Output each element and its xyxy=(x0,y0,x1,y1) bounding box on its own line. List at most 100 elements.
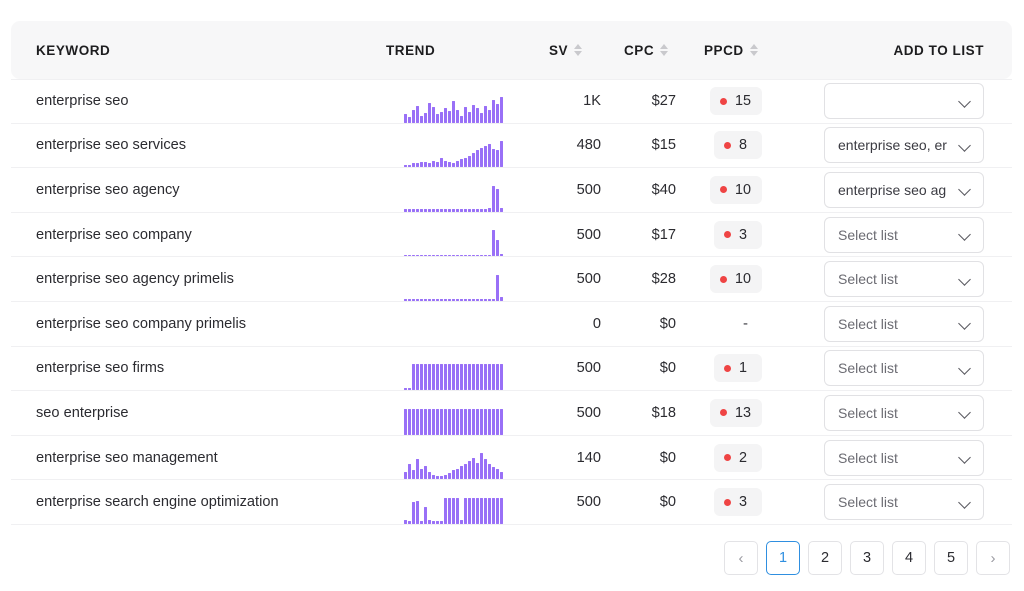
keyword-cell[interactable]: enterprise seo management xyxy=(11,436,386,480)
cpc-value: $0 xyxy=(660,316,694,332)
add-to-list-select[interactable]: Select list xyxy=(824,350,984,386)
search-volume-value: 500 xyxy=(577,227,614,243)
add-to-list-select[interactable] xyxy=(824,83,984,119)
add-to-list-cell: enterprise seo ag xyxy=(784,168,1012,212)
pagination-page-3[interactable]: 3 xyxy=(850,541,884,575)
sparkline-bar xyxy=(424,113,427,122)
ppcd-cell: 13 xyxy=(694,391,784,435)
sort-icon[interactable] xyxy=(574,44,582,56)
sparkline-bar xyxy=(452,299,455,301)
sparkline-bar xyxy=(472,299,475,301)
sparkline-chart xyxy=(404,498,503,524)
column-header-keyword: KEYWORD xyxy=(11,43,386,58)
status-dot-icon xyxy=(724,142,731,149)
keyword-cell[interactable]: enterprise seo firms xyxy=(11,347,386,391)
pagination-page-1[interactable]: 1 xyxy=(766,541,800,575)
trend-sparkline-cell xyxy=(386,124,536,168)
sparkline-bar xyxy=(448,364,451,390)
sparkline-bar xyxy=(468,255,471,257)
trend-sparkline-cell xyxy=(386,480,536,524)
cpc-cell: $18 xyxy=(614,391,694,435)
search-volume-value: 1K xyxy=(583,93,614,109)
sparkline-bar xyxy=(476,409,479,435)
ppcd-cell: 10 xyxy=(694,168,784,212)
trend-sparkline-cell xyxy=(386,347,536,391)
sparkline-bar xyxy=(496,409,499,435)
add-to-list-cell: Select list xyxy=(784,302,1012,346)
sparkline-bar xyxy=(480,409,483,435)
sparkline-bar xyxy=(440,409,443,435)
sparkline-bar xyxy=(492,409,495,435)
keyword-cell[interactable]: enterprise seo agency primelis xyxy=(11,257,386,301)
ppcd-value: 1 xyxy=(739,360,747,376)
keyword-cell[interactable]: enterprise seo company primelis xyxy=(11,302,386,346)
sparkline-bar xyxy=(428,364,431,390)
sparkline-bar xyxy=(488,255,491,257)
pagination-page-2[interactable]: 2 xyxy=(808,541,842,575)
ppcd-cell: 15 xyxy=(694,80,784,123)
add-to-list-select[interactable]: Select list xyxy=(824,261,984,297)
keyword-cell[interactable]: seo enterprise xyxy=(11,391,386,435)
add-to-list-select[interactable]: Select list xyxy=(824,440,984,476)
sparkline-bar xyxy=(432,364,435,390)
sparkline-bar xyxy=(412,163,415,167)
ppcd-cell: 3 xyxy=(694,213,784,257)
sparkline-bar xyxy=(412,209,415,211)
cpc-cell: $0 xyxy=(614,480,694,524)
sparkline-bar xyxy=(456,161,459,168)
sparkline-bar xyxy=(488,208,491,212)
sparkline-bar xyxy=(472,255,475,257)
sparkline-bar xyxy=(448,209,451,211)
sort-icon[interactable] xyxy=(660,44,668,56)
ppcd-cell: 1 xyxy=(694,347,784,391)
sparkline-bar xyxy=(500,97,503,123)
cpc-cell: $0 xyxy=(614,302,694,346)
ppcd-cell: 3 xyxy=(694,480,784,524)
search-volume-value: 500 xyxy=(577,271,614,287)
add-to-list-selected-value: Select list xyxy=(838,271,955,287)
sparkline-bar xyxy=(420,209,423,211)
table-row: enterprise seo firms500$01Select list xyxy=(11,347,1012,392)
sparkline-bar xyxy=(484,209,487,211)
sparkline-bar xyxy=(468,112,471,123)
chevron-down-icon xyxy=(959,139,972,152)
sparkline-bar xyxy=(408,388,411,390)
ppcd-value: 2 xyxy=(739,450,747,466)
sparkline-bar xyxy=(428,472,431,480)
add-to-list-select[interactable]: Select list xyxy=(824,306,984,342)
add-to-list-select[interactable]: Select list xyxy=(824,484,984,520)
sparkline-bar xyxy=(404,165,407,168)
add-to-list-select[interactable]: Select list xyxy=(824,395,984,431)
keyword-research-table-page: KEYWORD TREND SV CPC PPCD ADD TO LIST en… xyxy=(0,0,1024,591)
keyword-cell[interactable]: enterprise seo services xyxy=(11,124,386,168)
sparkline-bar xyxy=(496,240,499,257)
sparkline-bar xyxy=(460,520,463,524)
keyword-cell[interactable]: enterprise search engine optimization xyxy=(11,480,386,524)
sparkline-bar xyxy=(440,364,443,390)
sparkline-bar xyxy=(444,475,447,480)
column-header-sv[interactable]: SV xyxy=(536,43,614,58)
sparkline-bar xyxy=(452,409,455,435)
keyword-cell[interactable]: enterprise seo agency xyxy=(11,168,386,212)
pagination-page-5[interactable]: 5 xyxy=(934,541,968,575)
add-to-list-select[interactable]: Select list xyxy=(824,217,984,253)
pagination-page-4[interactable]: 4 xyxy=(892,541,926,575)
table-row: enterprise seo agency500$4010enterprise … xyxy=(11,168,1012,213)
sparkline-bar xyxy=(432,521,435,524)
sparkline-bar xyxy=(404,388,407,390)
add-to-list-select[interactable]: enterprise seo, er xyxy=(824,127,984,163)
search-volume-value: 0 xyxy=(593,316,614,332)
search-volume-cell: 140 xyxy=(536,436,614,480)
trend-sparkline-cell xyxy=(386,391,536,435)
pagination-next-button[interactable]: › xyxy=(976,541,1010,575)
add-to-list-select[interactable]: enterprise seo ag xyxy=(824,172,984,208)
sparkline-bar xyxy=(412,110,415,123)
pagination-prev-button[interactable]: ‹ xyxy=(724,541,758,575)
keyword-cell[interactable]: enterprise seo xyxy=(11,80,386,123)
sparkline-bar xyxy=(452,498,455,524)
column-header-cpc[interactable]: CPC xyxy=(614,43,694,58)
column-header-ppcd[interactable]: PPCD xyxy=(694,43,784,58)
keyword-cell[interactable]: enterprise seo company xyxy=(11,213,386,257)
sort-icon[interactable] xyxy=(750,44,758,56)
sparkline-bar xyxy=(432,475,435,480)
